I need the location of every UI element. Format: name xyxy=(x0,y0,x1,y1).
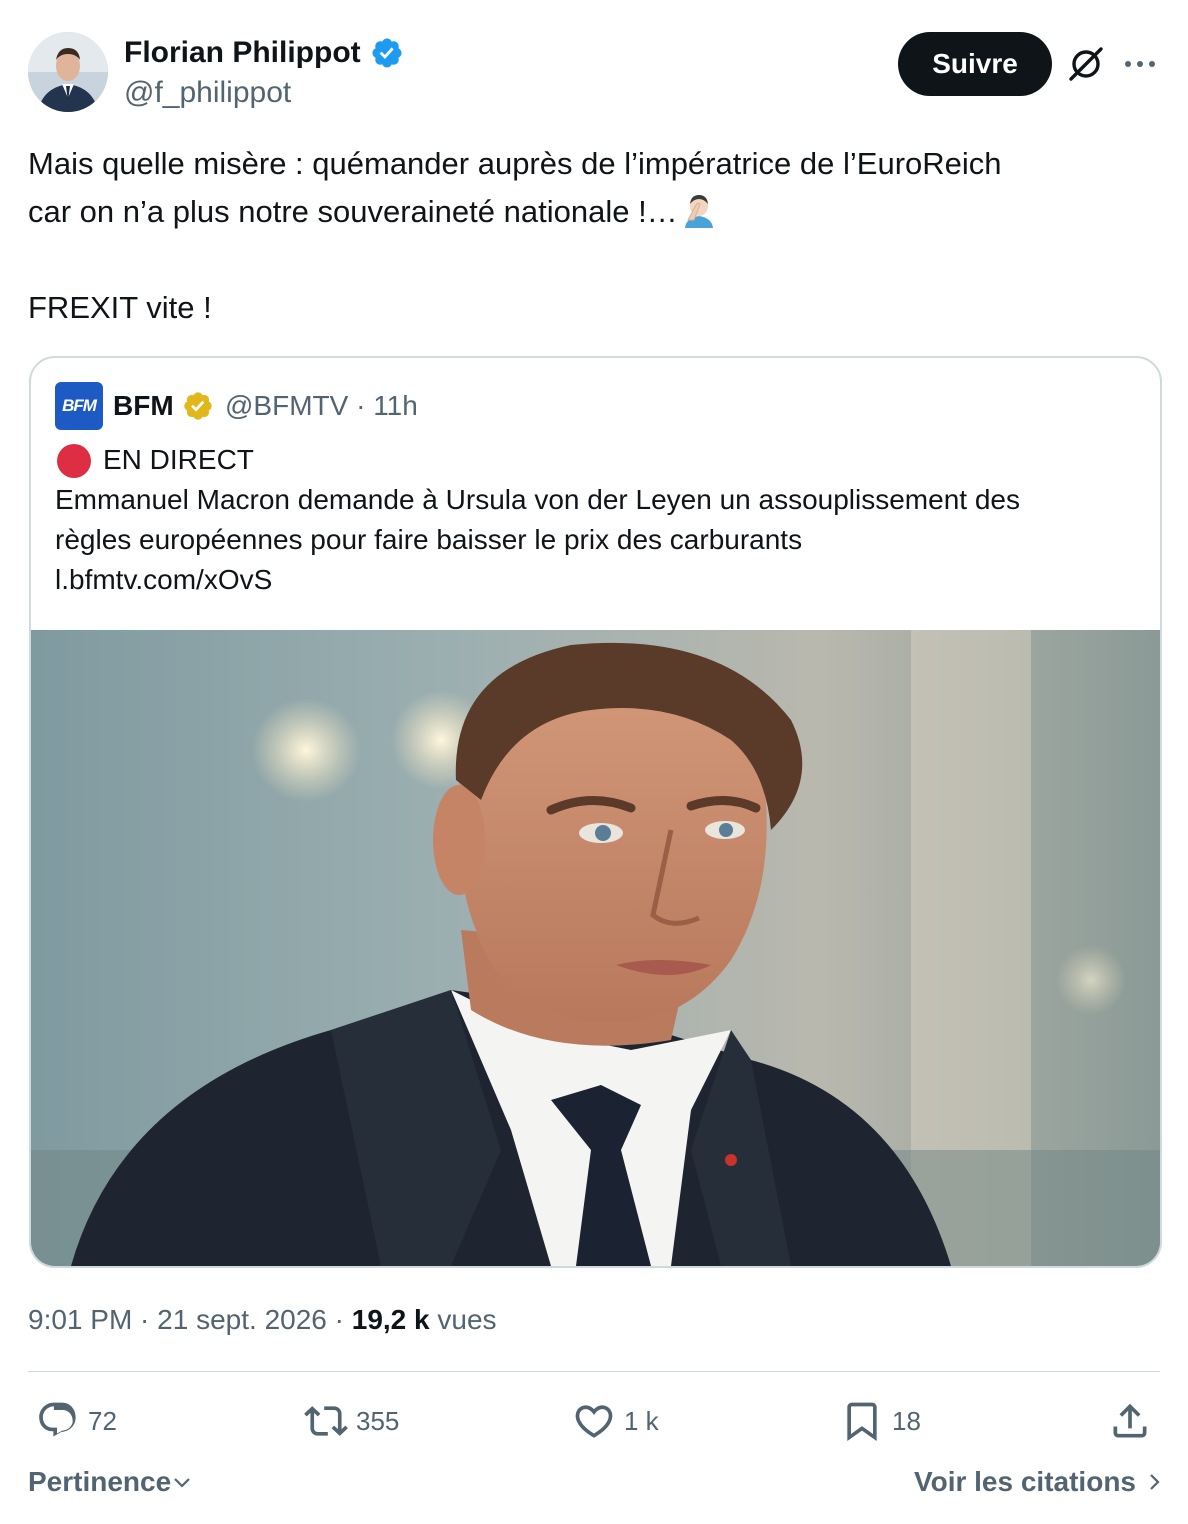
live-label: EN DIRECT xyxy=(103,444,254,475)
author-avatar[interactable] xyxy=(28,32,108,112)
red-circle-icon xyxy=(57,444,91,478)
share-button[interactable] xyxy=(1108,1396,1160,1446)
author-name[interactable]: Florian Philippot xyxy=(124,34,361,72)
author-handle[interactable]: @f_philippot xyxy=(124,74,291,112)
grok-icon[interactable] xyxy=(1066,44,1106,84)
quote-text-line-2: règles européennes pour faire baisser le… xyxy=(55,524,803,555)
quote-author-name[interactable]: BFM xyxy=(113,388,174,424)
tweet-text-line-3: FREXIT vite ! xyxy=(28,290,212,325)
tweet-text-line-2: car on n’a plus notre souveraineté natio… xyxy=(28,188,716,236)
repost-count: 355 xyxy=(356,1405,400,1436)
heart-icon xyxy=(575,1405,613,1438)
quote-handle-time[interactable]: @BFMTV · 11h xyxy=(225,388,418,424)
reply-count: 72 xyxy=(88,1405,117,1436)
tweet-meta: 9:01 PM · 21 sept. 2026 · 19,2 k vues xyxy=(28,1300,497,1340)
reply-button[interactable]: 72 xyxy=(36,1396,117,1446)
bookmark-button[interactable]: 18 xyxy=(840,1396,921,1446)
sort-label: Pertinence xyxy=(28,1466,172,1497)
sort-dropdown[interactable]: Pertinence xyxy=(28,1462,193,1502)
facepalm-emoji-icon xyxy=(682,192,716,228)
divider xyxy=(28,1371,1160,1372)
view-quotes-label: Voir les citations xyxy=(914,1466,1136,1497)
quoted-tweet-card[interactable]: BFM BFM @BFMTV · 11h EN DIRECT Emmanuel … xyxy=(29,356,1162,1268)
tweet-text-line-1: Mais quelle misère : quémander auprès de… xyxy=(28,146,1002,181)
repost-icon xyxy=(304,1406,348,1436)
quote-link[interactable]: l.bfmtv.com/xOvS xyxy=(55,560,272,600)
quote-media-image[interactable] xyxy=(31,630,1160,1266)
views-label: vues xyxy=(437,1304,497,1335)
reply-icon xyxy=(39,1402,76,1437)
more-options-icon[interactable] xyxy=(1120,48,1160,80)
like-button[interactable]: 1 k xyxy=(572,1396,659,1446)
bookmark-icon xyxy=(847,1402,877,1442)
chevron-right-icon xyxy=(1150,1474,1160,1490)
gold-verified-badge-icon xyxy=(182,390,214,422)
quote-text-line-1: Emmanuel Macron demande à Ursula von der… xyxy=(55,484,1020,515)
tweet-time-date[interactable]: 9:01 PM · 21 sept. 2026 · xyxy=(28,1304,352,1335)
repost-button[interactable]: 355 xyxy=(304,1396,399,1446)
views-count: 19,2 k xyxy=(351,1304,430,1335)
view-quotes-link[interactable]: Voir les citations xyxy=(914,1462,1166,1502)
tweet-text-line-2-text: car on n’a plus notre souveraineté natio… xyxy=(28,194,678,229)
verified-badge-icon xyxy=(370,36,404,70)
chevron-down-icon xyxy=(174,1478,190,1488)
bookmark-count: 18 xyxy=(892,1405,921,1436)
bfm-logo[interactable]: BFM xyxy=(55,382,103,430)
share-icon xyxy=(1113,1403,1147,1438)
like-count: 1 k xyxy=(624,1405,659,1436)
follow-button[interactable]: Suivre xyxy=(898,32,1052,96)
